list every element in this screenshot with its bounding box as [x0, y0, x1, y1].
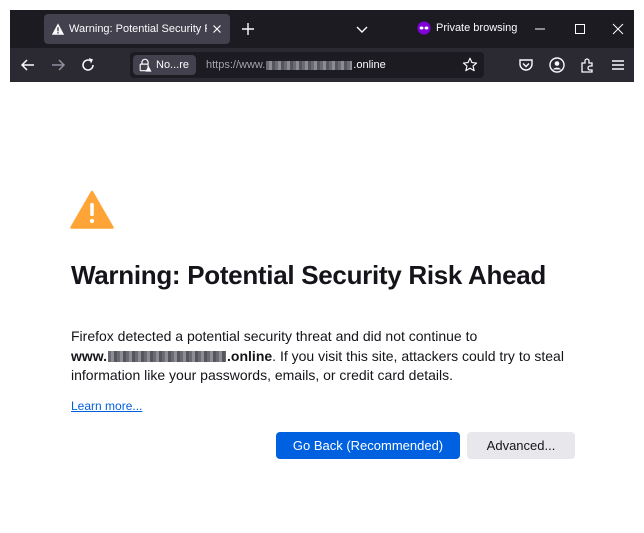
learn-more-link[interactable]: Learn more... — [71, 398, 142, 414]
private-mask-icon — [417, 21, 431, 35]
chevron-down-icon[interactable] — [354, 21, 370, 37]
domain-suffix: .online — [227, 347, 273, 364]
page-title: Warning: Potential Security Risk Ahead — [71, 260, 546, 290]
reload-icon[interactable] — [78, 55, 98, 75]
identity-label: No...re — [156, 59, 190, 71]
domain-prefix: www. — [71, 347, 108, 364]
account-icon[interactable] — [547, 55, 567, 75]
domain-text: www. .online — [71, 348, 272, 364]
pocket-icon[interactable] — [516, 55, 536, 75]
url-prefix: https://www. — [206, 59, 266, 71]
site-identity-button[interactable]: No...re — [133, 55, 196, 75]
go-back-button[interactable]: Go Back (Recommended) — [276, 432, 460, 459]
close-icon[interactable] — [210, 22, 224, 36]
back-arrow-icon[interactable] — [18, 55, 38, 75]
page-content: Warning: Potential Security Risk Ahead F… — [0, 82, 644, 533]
desc-line1: Firefox detected a potential security th… — [71, 328, 478, 344]
forward-arrow-icon[interactable] — [48, 55, 68, 75]
tab-strip: Warning: Potential Security Risk Ahead P… — [10, 10, 634, 48]
browser-chrome: Warning: Potential Security Risk Ahead P… — [10, 10, 634, 82]
advanced-button[interactable]: Advanced... — [467, 432, 575, 459]
minimize-icon[interactable] — [530, 19, 550, 39]
extensions-icon[interactable] — [578, 55, 598, 75]
menu-icon[interactable] — [608, 55, 628, 75]
private-browsing-label: Private browsing — [436, 22, 518, 34]
tab-active[interactable]: Warning: Potential Security Risk Ahead — [44, 14, 230, 44]
star-icon[interactable] — [461, 56, 479, 74]
redacted-domain — [108, 351, 227, 363]
navigation-toolbar: No...re https://www. .online — [10, 48, 634, 82]
warning-icon — [70, 190, 114, 229]
url-suffix: .online — [353, 59, 386, 71]
close-window-icon[interactable] — [608, 19, 628, 39]
url-text[interactable]: https://www. .online — [206, 58, 386, 72]
url-bar[interactable]: No...re https://www. .online — [130, 52, 484, 78]
lock-warning-icon — [139, 58, 152, 72]
warning-icon — [51, 23, 65, 35]
tab-title: Warning: Potential Security Risk Ahead — [69, 23, 207, 35]
maximize-icon[interactable] — [570, 19, 590, 39]
plus-icon[interactable] — [240, 21, 256, 37]
error-description: Firefox detected a potential security th… — [71, 327, 631, 386]
redacted-domain — [266, 60, 353, 70]
